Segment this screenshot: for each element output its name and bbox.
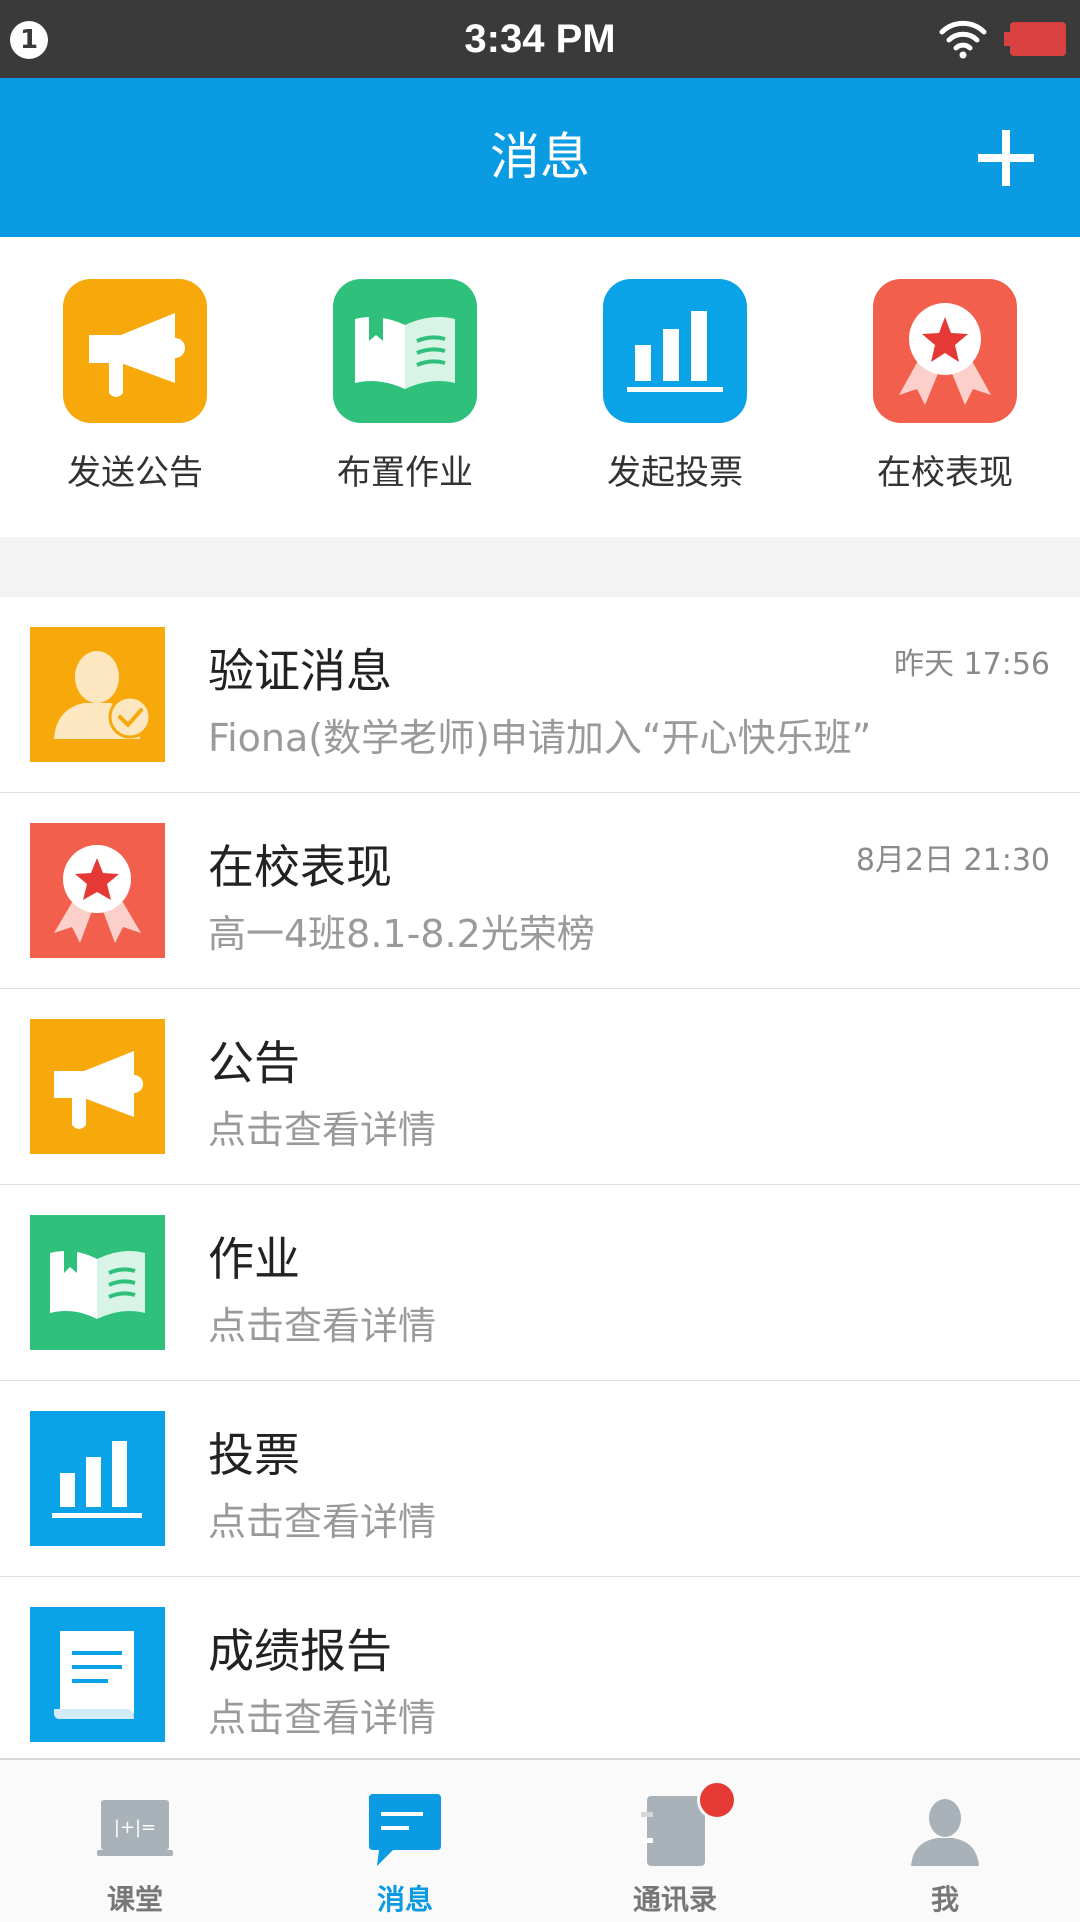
message-subtitle: 点击查看详情 <box>208 1696 437 1740</box>
message-subtitle: 高一4班8.1-8.2光荣榜 <box>208 912 595 956</box>
quick-action-label: 发起投票 <box>607 453 743 493</box>
battery-icon <box>1004 22 1066 56</box>
book-icon <box>333 279 477 423</box>
quick-action-label: 发送公告 <box>67 453 203 493</box>
megaphone-icon <box>63 279 207 423</box>
quick-action-label: 布置作业 <box>337 453 473 493</box>
tab-label: 通讯录 <box>632 1883 717 1916</box>
message-title: 投票 <box>208 1428 300 1482</box>
status-bar: 1 3:34 PM <box>0 0 1080 78</box>
profile-icon <box>911 1799 979 1866</box>
award-icon <box>30 823 165 958</box>
plus-icon[interactable] <box>972 124 1040 192</box>
message-subtitle: 点击查看详情 <box>208 1108 437 1152</box>
tab-label: 课堂 <box>106 1883 163 1916</box>
message-title: 公告 <box>208 1036 300 1090</box>
list-item[interactable]: 作业 点击查看详情 <box>0 1185 1080 1381</box>
message-time: 昨天 17:56 <box>894 647 1050 682</box>
message-time: 8月2日 21:30 <box>855 843 1050 878</box>
status-time: 3:34 PM <box>464 17 616 61</box>
tab-bar: |+|= 课堂 消息 通讯录 我 <box>0 1758 1080 1922</box>
quick-actions: 发送公告 布置作业 发起投票 在校表现 <box>0 237 1080 537</box>
award-icon <box>873 279 1017 423</box>
list-item[interactable]: 公告 点击查看详情 <box>0 989 1080 1185</box>
message-title: 在校表现 <box>208 840 392 894</box>
tab-label: 我 <box>930 1883 959 1916</box>
report-icon <box>30 1607 165 1742</box>
list-item[interactable]: 投票 点击查看详情 <box>0 1381 1080 1577</box>
message-subtitle: 点击查看详情 <box>208 1304 437 1348</box>
megaphone-icon <box>30 1019 165 1154</box>
list-item[interactable]: 验证消息 Fiona(数学老师)申请加入“开心快乐班” 昨天 17:56 <box>0 597 1080 793</box>
section-divider <box>0 537 1080 597</box>
message-subtitle: Fiona(数学老师)申请加入“开心快乐班” <box>208 716 872 760</box>
send-announcement-button[interactable]: 发送公告 <box>35 279 235 499</box>
page-title: 消息 <box>490 128 590 186</box>
bar-chart-icon <box>603 279 747 423</box>
book-icon <box>30 1215 165 1350</box>
svg-text:|+|=: |+|= <box>114 1817 156 1838</box>
tab-profile[interactable]: 我 <box>810 1760 1080 1922</box>
message-subtitle: 点击查看详情 <box>208 1500 437 1544</box>
tab-classroom[interactable]: |+|= 课堂 <box>0 1760 270 1922</box>
start-vote-button[interactable]: 发起投票 <box>575 279 775 499</box>
user-verify-icon <box>30 627 165 762</box>
tab-messages[interactable]: 消息 <box>270 1760 540 1922</box>
message-icon <box>369 1794 441 1866</box>
bar-chart-icon <box>30 1411 165 1546</box>
message-title: 作业 <box>208 1232 300 1286</box>
list-item[interactable]: 在校表现 高一4班8.1-8.2光荣榜 8月2日 21:30 <box>0 793 1080 989</box>
quick-action-label: 在校表现 <box>877 453 1013 493</box>
message-title: 验证消息 <box>208 644 392 698</box>
message-list: 验证消息 Fiona(数学老师)申请加入“开心快乐班” 昨天 17:56 在校表… <box>0 597 1080 1772</box>
tab-contacts[interactable]: 通讯录 <box>540 1760 810 1922</box>
notification-badge <box>697 1780 737 1820</box>
list-item[interactable]: 成绩报告 点击查看详情 <box>0 1577 1080 1772</box>
message-title: 成绩报告 <box>208 1624 392 1678</box>
tab-label: 消息 <box>376 1883 433 1916</box>
app-header: 消息 <box>0 78 1080 237</box>
classroom-icon: |+|= <box>97 1800 173 1856</box>
assign-homework-button[interactable]: 布置作业 <box>305 279 505 499</box>
wifi-icon <box>939 20 987 59</box>
school-performance-button[interactable]: 在校表现 <box>845 279 1045 499</box>
